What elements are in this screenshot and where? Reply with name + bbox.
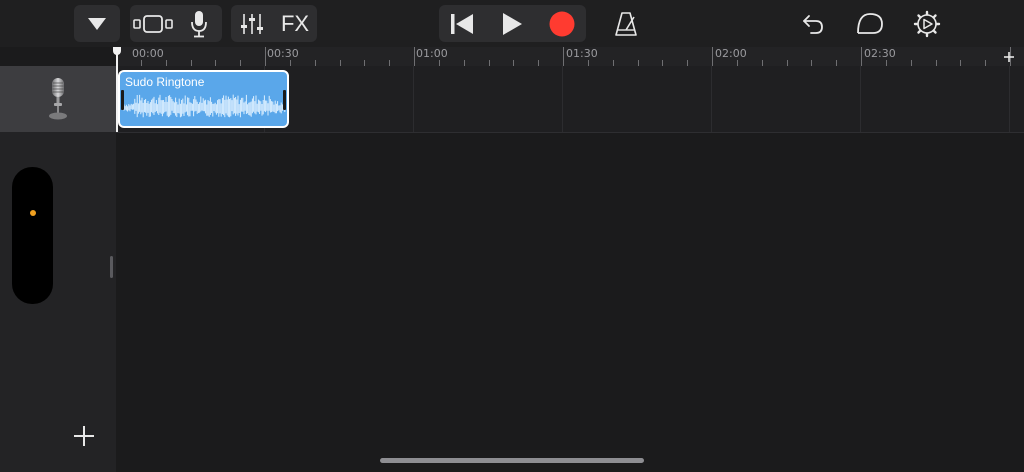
region-name: Sudo Ringtone (125, 75, 205, 89)
level-indicator-dot (30, 210, 36, 216)
ruler-major-tick (414, 47, 415, 66)
home-indicator[interactable] (380, 458, 644, 463)
mixer-button[interactable] (231, 5, 273, 42)
audio-region[interactable]: Sudo Ringtone (118, 70, 289, 128)
settings-button[interactable] (905, 5, 949, 42)
metronome-icon (615, 11, 637, 36)
instrument-button[interactable] (176, 5, 222, 42)
region-trim-right-handle[interactable] (283, 90, 286, 110)
triangle-down-icon (88, 17, 106, 30)
lane-gridline (860, 66, 861, 132)
ruler-label: 01:00 (416, 47, 448, 60)
tracks-view-icon (133, 14, 173, 33)
ruler-label: 02:00 (715, 47, 747, 60)
play-icon (503, 12, 522, 35)
ruler-label: 00:00 (132, 47, 164, 60)
garageband-app: FX 00:00 00:30 01:00 01:30 02:00 02:30 S… (0, 0, 1024, 472)
plus-icon (74, 426, 94, 446)
ruler-major-tick (861, 47, 862, 66)
empty-track-area[interactable] (116, 133, 1024, 472)
settings-gear-icon (913, 10, 941, 37)
lane-gridline (711, 66, 712, 132)
mixer-fx-group: FX (231, 5, 317, 42)
record-button[interactable] (539, 5, 585, 42)
ruler-major-tick (265, 47, 266, 66)
sliders-icon (241, 13, 263, 34)
region-trim-left-handle[interactable] (121, 90, 124, 110)
add-track-button[interactable] (70, 422, 98, 450)
undo-icon (803, 14, 823, 34)
ruler-label: 02:30 (864, 47, 896, 60)
playhead[interactable] (116, 47, 118, 132)
lane-gridline (562, 66, 563, 132)
view-instrument-group (130, 5, 222, 42)
fx-button[interactable]: FX (273, 5, 317, 42)
metronome-button[interactable] (604, 5, 648, 42)
track-header-audio-recorder[interactable] (0, 66, 116, 132)
toolbar: FX (0, 0, 1024, 47)
undo-button[interactable] (791, 5, 835, 42)
microphone-icon (49, 78, 67, 120)
add-section-button[interactable] (1000, 47, 1018, 66)
record-icon (549, 11, 575, 36)
ruler-major-tick (563, 47, 564, 66)
timeline-ruler[interactable]: 00:00 00:30 01:00 01:30 02:00 02:30 (116, 47, 1024, 66)
track-header-resize-handle[interactable] (110, 256, 113, 278)
ruler-major-tick (712, 47, 713, 66)
view-toggle-button[interactable] (130, 5, 176, 42)
fx-label: FX (280, 10, 310, 36)
menu-button[interactable] (74, 5, 120, 42)
ruler-label: 01:30 (566, 47, 598, 60)
waveform (123, 94, 286, 118)
ruler-spacer (0, 47, 116, 66)
transport-group (439, 5, 586, 42)
microphone-icon (191, 10, 207, 37)
ruler-label: 00:30 (267, 47, 299, 60)
playhead-handle[interactable] (113, 47, 121, 55)
lane-gridline (1009, 66, 1010, 132)
play-button[interactable] (489, 5, 535, 42)
loop-browser-icon (857, 12, 883, 34)
track-level-control[interactable] (12, 167, 53, 304)
loop-browser-button[interactable] (848, 5, 892, 42)
go-to-beginning-icon (451, 13, 473, 34)
rewind-button[interactable] (439, 5, 485, 42)
plus-icon (1004, 51, 1014, 62)
lane-gridline (413, 66, 414, 132)
